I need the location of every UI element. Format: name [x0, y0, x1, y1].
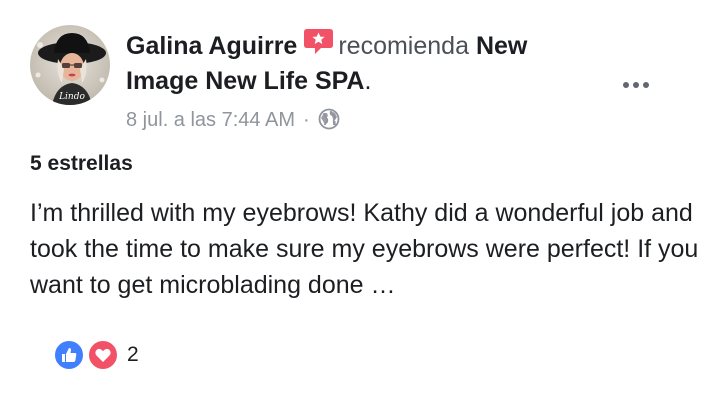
- header-period: .: [364, 67, 372, 95]
- timestamp-link[interactable]: 8 jul. a las 7:44 AM: [126, 109, 295, 131]
- rating-label: 5 estrellas: [30, 152, 133, 175]
- author-avatar[interactable]: Lindo: [30, 25, 110, 105]
- recommendation-badge-icon: [304, 29, 334, 54]
- more-options-icon[interactable]: [618, 70, 658, 100]
- post-header: Galina Aguirre recomienda New Image New …: [126, 28, 596, 99]
- meta-separator: ·: [302, 109, 310, 131]
- review-post: Lindo Galina Aguirre recomienda New Imag…: [0, 0, 720, 401]
- post-meta: 8 jul. a las 7:44 AM ·: [126, 106, 340, 134]
- review-text[interactable]: I’m thrilled with my eyebrows! Kathy did…: [30, 195, 710, 303]
- reaction-count: 2: [127, 343, 139, 366]
- love-reaction-icon: [87, 339, 119, 371]
- action-verb: recomienda: [338, 32, 469, 60]
- like-reaction-icon: [53, 339, 85, 371]
- avatar-caption: Lindo: [58, 92, 85, 102]
- globe-icon[interactable]: [318, 108, 340, 130]
- author-name[interactable]: Galina Aguirre: [126, 32, 297, 60]
